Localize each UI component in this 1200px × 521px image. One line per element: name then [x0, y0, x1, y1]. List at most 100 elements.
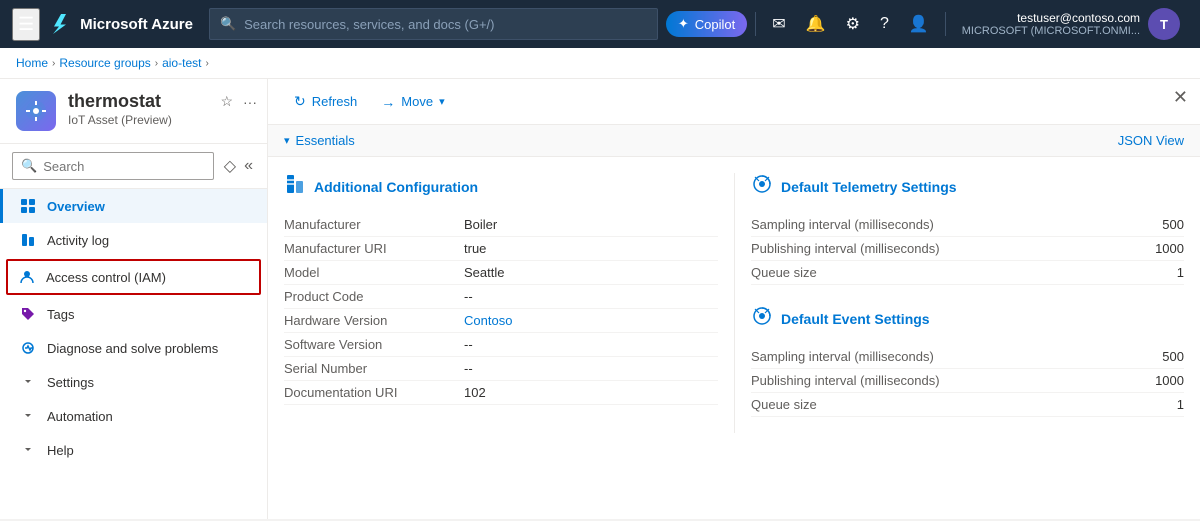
sidebar-search-input[interactable]: [43, 159, 205, 174]
config-label-hardware-version: Hardware Version: [284, 313, 464, 328]
sidebar-item-settings[interactable]: Settings: [0, 365, 267, 399]
telemetry-section: Default Telemetry Settings Sampling inte…: [751, 173, 1184, 285]
event-section: Default Event Settings Sampling interval…: [751, 305, 1184, 417]
sidebar-item-overview[interactable]: Overview: [0, 189, 267, 223]
config-value-model: Seattle: [464, 265, 504, 280]
content-grid: Additional Configuration Manufacturer Bo…: [268, 157, 1200, 449]
telemetry-value-queue: 1: [1177, 265, 1184, 280]
user-name: testuser@contoso.com: [962, 11, 1140, 25]
notification-bell-button[interactable]: 🔔: [798, 8, 834, 40]
event-row-queue: Queue size 1: [751, 393, 1184, 417]
sidebar-item-tags[interactable]: Tags: [0, 297, 267, 331]
topbar-divider-2: [945, 12, 946, 36]
telemetry-row-queue: Queue size 1: [751, 261, 1184, 285]
activity-log-icon: [19, 231, 37, 249]
sidebar-collapse-buttons: ◇ «: [222, 154, 255, 178]
config-label-model: Model: [284, 265, 464, 280]
sidebar-item-activity-log[interactable]: Activity log: [0, 223, 267, 257]
resource-type: IoT Asset (Preview): [68, 113, 251, 127]
telemetry-value-sampling: 500: [1162, 217, 1184, 232]
additional-config-title-text: Additional Configuration: [314, 179, 478, 195]
azure-title: Microsoft Azure: [80, 16, 193, 33]
azure-logo-area: Microsoft Azure: [48, 12, 193, 36]
help-expand-icon: [19, 441, 37, 459]
sidebar-item-automation-label: Automation: [47, 409, 251, 424]
help-question-button[interactable]: ?: [872, 9, 897, 39]
sidebar-search-box[interactable]: 🔍: [12, 152, 214, 180]
breadcrumb-resource-groups[interactable]: Resource groups: [59, 56, 150, 70]
sidebar-item-access-control[interactable]: Access control (IAM): [6, 259, 261, 295]
feedback-button[interactable]: 👤: [901, 8, 937, 40]
config-row-model: Model Seattle: [284, 261, 718, 285]
telemetry-label-publishing: Publishing interval (milliseconds): [751, 241, 1155, 256]
topbar-actions: ✦ Copilot ✉ 🔔 ⚙ ? 👤 testuser@contoso.com…: [666, 4, 1188, 44]
event-title: Default Event Settings: [751, 305, 1184, 333]
resource-icon: [16, 91, 56, 131]
search-icon: 🔍: [220, 16, 236, 32]
copilot-button[interactable]: ✦ Copilot: [666, 11, 747, 37]
user-info: testuser@contoso.com MICROSOFT (MICROSOF…: [962, 11, 1140, 37]
sidebar-item-access-label: Access control (IAM): [46, 270, 249, 285]
config-value-product-code: --: [464, 289, 473, 304]
sidebar-item-help[interactable]: Help: [0, 433, 267, 467]
telemetry-label-sampling: Sampling interval (milliseconds): [751, 217, 1162, 232]
hamburger-menu-button[interactable]: ☰: [12, 8, 40, 41]
telemetry-rows: Sampling interval (milliseconds) 500 Pub…: [751, 213, 1184, 285]
mail-icon-button[interactable]: ✉: [764, 8, 793, 40]
config-row-manufacturer: Manufacturer Boiler: [284, 213, 718, 237]
sidebar-search-icon: 🔍: [21, 158, 37, 174]
event-title-text: Default Event Settings: [781, 311, 930, 327]
settings-gear-button[interactable]: ⚙: [838, 8, 868, 40]
sidebar: thermostat IoT Asset (Preview) ☆ ··· 🔍 ◇…: [0, 79, 268, 519]
config-label-serial-number: Serial Number: [284, 361, 464, 376]
sidebar-item-settings-label: Settings: [47, 375, 251, 390]
copilot-icon: ✦: [678, 16, 689, 32]
config-row-documentation-uri: Documentation URI 102: [284, 381, 718, 405]
move-label: Move: [401, 94, 433, 109]
breadcrumb-aio-test[interactable]: aio-test: [162, 56, 201, 70]
access-control-icon: [18, 268, 36, 286]
sidebar-search-area: 🔍 ◇ «: [0, 144, 267, 189]
essentials-toggle[interactable]: ▾ Essentials: [284, 133, 1118, 148]
json-view-button[interactable]: JSON View: [1118, 133, 1184, 148]
close-button[interactable]: ✕: [1173, 87, 1188, 108]
config-value-documentation-uri: 102: [464, 385, 486, 400]
event-rows: Sampling interval (milliseconds) 500 Pub…: [751, 345, 1184, 417]
additional-config-title: Additional Configuration: [284, 173, 718, 201]
additional-config-section: Additional Configuration Manufacturer Bo…: [284, 173, 734, 433]
breadcrumb-home[interactable]: Home: [16, 56, 48, 70]
essentials-bar: ▾ Essentials JSON View: [268, 125, 1200, 157]
main-layout: thermostat IoT Asset (Preview) ☆ ··· 🔍 ◇…: [0, 79, 1200, 519]
event-row-sampling: Sampling interval (milliseconds) 500: [751, 345, 1184, 369]
telemetry-icon: [751, 173, 773, 201]
move-button[interactable]: → Move ▾: [371, 88, 454, 116]
global-search-box[interactable]: 🔍: [209, 8, 658, 40]
user-profile-area[interactable]: testuser@contoso.com MICROSOFT (MICROSOF…: [954, 4, 1188, 44]
config-label-documentation-uri: Documentation URI: [284, 385, 464, 400]
topbar: ☰ Microsoft Azure 🔍 ✦ Copilot ✉ 🔔 ⚙ ? 👤 …: [0, 0, 1200, 48]
event-label-publishing: Publishing interval (milliseconds): [751, 373, 1155, 388]
topbar-divider-1: [755, 12, 756, 36]
essentials-chevron-icon: ▾: [284, 134, 290, 147]
toolbar: ↻ Refresh → Move ▾: [268, 79, 1200, 125]
sidebar-item-automation[interactable]: Automation: [0, 399, 267, 433]
additional-config-table: Manufacturer Boiler Manufacturer URI tru…: [284, 213, 718, 405]
copilot-label: Copilot: [695, 17, 735, 32]
config-label-manufacturer: Manufacturer: [284, 217, 464, 232]
config-value-hardware-version[interactable]: Contoso: [464, 313, 512, 328]
refresh-button[interactable]: ↻ Refresh: [284, 87, 367, 116]
config-row-software-version: Software Version --: [284, 333, 718, 357]
user-tenant: MICROSOFT (MICROSOFT.ONMI...: [962, 25, 1140, 37]
avatar: T: [1148, 8, 1180, 40]
global-search-input[interactable]: [244, 17, 647, 32]
favorite-star-button[interactable]: ☆: [218, 91, 235, 112]
sidebar-item-diagnose[interactable]: Diagnose and solve problems: [0, 331, 267, 365]
sidebar-expand-button[interactable]: ◇: [222, 154, 238, 178]
sidebar-item-help-label: Help: [47, 443, 251, 458]
event-row-publishing: Publishing interval (milliseconds) 1000: [751, 369, 1184, 393]
breadcrumb-sep-2: ›: [155, 58, 158, 69]
more-options-button[interactable]: ···: [241, 92, 259, 112]
sidebar-collapse-button[interactable]: «: [242, 155, 255, 177]
refresh-label: Refresh: [312, 94, 358, 109]
automation-expand-icon: [19, 407, 37, 425]
